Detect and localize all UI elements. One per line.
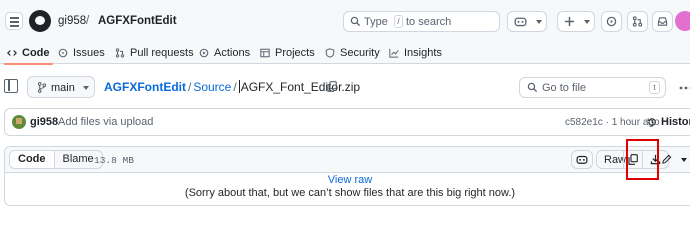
issue-icon <box>58 48 68 58</box>
create-new-button[interactable] <box>557 11 595 32</box>
header-separator: / <box>86 15 90 27</box>
search-prefix: Type <box>364 16 388 28</box>
search-suffix: to search <box>406 16 452 28</box>
tab-actions[interactable]: Actions <box>199 42 250 64</box>
play-icon <box>199 48 209 58</box>
search-icon <box>527 82 538 93</box>
search-input[interactable]: Type / to search <box>343 11 500 32</box>
kebab-horizontal-icon[interactable] <box>676 79 690 97</box>
latest-commit-box: gi958 Add files via upload c582e1c · 1 h… <box>4 108 690 136</box>
github-logo-icon[interactable] <box>29 10 51 32</box>
tab-code-view[interactable]: Code <box>10 151 55 168</box>
copilot-icon <box>514 17 527 27</box>
sidebar-toggle-icon[interactable] <box>4 79 18 93</box>
tab-projects[interactable]: Projects <box>260 42 315 64</box>
user-avatar[interactable] <box>675 11 690 31</box>
go-to-file-shortcut: t <box>649 81 660 94</box>
download-highlight-box <box>626 139 659 180</box>
tab-label: Projects <box>275 47 315 59</box>
inbox-button[interactable] <box>652 11 673 32</box>
tab-security[interactable]: Security <box>325 42 380 64</box>
tab-issues[interactable]: Issues <box>58 42 105 64</box>
chevron-down-icon <box>83 86 89 90</box>
copilot-icon <box>576 155 588 164</box>
tab-insights[interactable]: Insights <box>389 42 442 64</box>
file-too-big-message: (Sorry about that, but we can’t show fil… <box>184 187 516 199</box>
pull-requests-button[interactable] <box>627 11 648 32</box>
chevron-down-icon[interactable] <box>681 158 687 162</box>
git-branch-icon <box>37 82 47 93</box>
view-mode-toggle: Code Blame <box>9 150 103 169</box>
go-to-file-input[interactable]: Go to file t <box>519 77 666 98</box>
pencil-icon[interactable] <box>661 154 672 165</box>
repo-nav: Code Issues Pull requests Actions Projec… <box>0 42 690 65</box>
menu-icon[interactable] <box>5 12 23 30</box>
issue-opened-icon <box>606 16 617 27</box>
tab-label: Security <box>340 47 380 59</box>
copy-icon[interactable] <box>327 81 337 92</box>
commit-meta: c582e1c · 1 hour ago <box>565 117 660 128</box>
history-icon <box>647 118 656 126</box>
pull-request-icon <box>632 16 643 27</box>
commit-meta-dot: · <box>605 117 609 128</box>
search-icon <box>350 16 361 27</box>
copilot-ask-button[interactable] <box>571 150 593 169</box>
copilot-button[interactable] <box>507 11 547 32</box>
file-viewer: Code Blame 13.8 MB Raw View raw (Sorry a… <box>4 146 690 206</box>
search-shortcut: / <box>394 15 403 28</box>
branch-selector-button[interactable]: main <box>27 76 95 98</box>
commit-message-link[interactable]: Add files via upload <box>58 116 153 128</box>
chevron-down-icon <box>584 20 590 24</box>
pull-request-icon <box>115 48 125 58</box>
tab-label: Code <box>22 47 50 59</box>
tab-label: Pull requests <box>130 47 194 59</box>
edit-group <box>657 150 690 169</box>
go-to-file-placeholder: Go to file <box>542 82 587 94</box>
tab-label: Actions <box>214 47 251 59</box>
commit-author-link[interactable]: gi958 <box>30 116 58 128</box>
commit-sha-link[interactable]: c582e1c <box>565 117 603 128</box>
global-header: gi958 / AGFXFontEdit Type / to search <box>0 0 690 42</box>
shield-icon <box>325 48 335 58</box>
header-owner-link[interactable]: gi958 <box>58 15 86 27</box>
history-button[interactable]: History <box>647 116 690 128</box>
breadcrumb-dir-link[interactable]: Source <box>193 80 231 94</box>
issues-button[interactable] <box>601 11 622 32</box>
breadcrumb-separator: / <box>187 80 192 94</box>
inbox-icon <box>657 17 668 26</box>
header-repo-link[interactable]: AGFXFontEdit <box>98 15 177 27</box>
chevron-down-icon <box>536 20 542 24</box>
breadcrumb-file-name: AGFX_Font_Editor.zip <box>240 80 361 94</box>
button-divider <box>623 151 624 168</box>
tab-pull-requests[interactable]: Pull requests <box>115 42 194 64</box>
text-cursor <box>238 80 240 93</box>
avatar[interactable] <box>12 115 26 129</box>
graph-icon <box>389 48 399 58</box>
code-icon <box>7 50 17 56</box>
file-size: 13.8 MB <box>94 155 134 166</box>
file-viewer-header: Code Blame 13.8 MB Raw <box>5 147 690 173</box>
plus-icon <box>564 16 575 27</box>
file-breadcrumb: AGFXFontEdit / Source / AGFX_Font_Editor.zip <box>104 80 360 94</box>
table-icon <box>260 48 270 58</box>
branch-name: main <box>51 82 75 94</box>
breadcrumb-separator: / <box>233 80 237 94</box>
history-label: History <box>661 116 690 128</box>
breadcrumb-repo-link[interactable]: AGFXFontEdit <box>104 80 186 94</box>
tab-label: Issues <box>73 47 105 59</box>
view-raw-link[interactable]: View raw <box>5 174 690 186</box>
tab-code[interactable]: Code <box>4 42 52 65</box>
tab-label: Insights <box>404 47 442 59</box>
